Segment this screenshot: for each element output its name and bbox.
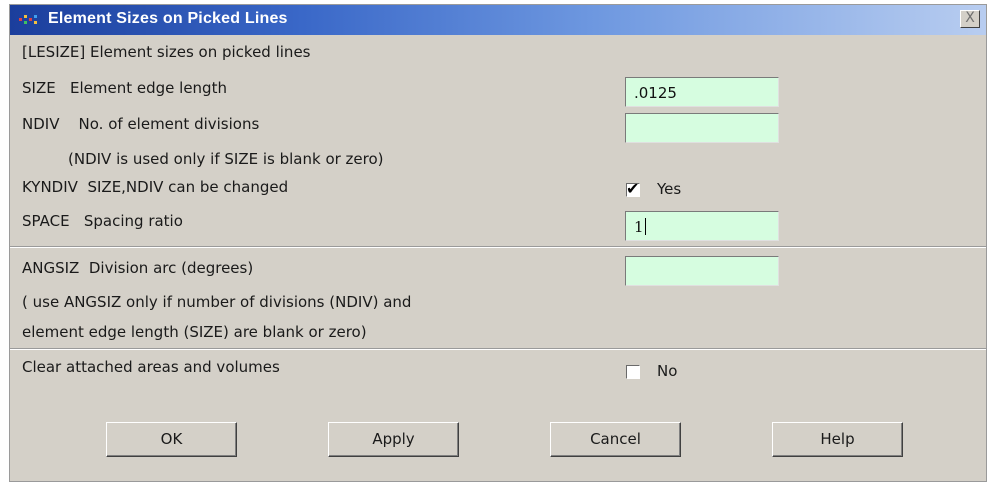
ndiv-desc: No. of element divisions [78,115,260,133]
angsiz-note-2: element edge length (SIZE) are blank or … [22,323,367,341]
header-text: [LESIZE] Element sizes on picked lines [22,43,311,61]
space-value: 1 [634,218,644,236]
space-key: SPACE [22,212,70,230]
ok-button[interactable]: OK [106,422,237,457]
size-label: SIZE Element edge length [22,79,227,97]
close-icon: X [965,10,975,26]
angsiz-key: ANGSIZ [22,259,80,277]
title-bar[interactable]: Element Sizes on Picked Lines X [10,5,986,35]
space-desc: Spacing ratio [83,212,183,230]
window-title: Element Sizes on Picked Lines [48,10,288,27]
kyndiv-desc: SIZE,NDIV can be changed [87,178,289,196]
text-caret [644,218,646,235]
angsiz-label: ANGSIZ Division arc (degrees) [22,259,253,277]
kyndiv-key: KYNDIV [22,178,78,196]
clear-label: Clear attached areas and volumes [22,358,280,376]
ndiv-note: (NDIV is used only if SIZE is blank or z… [68,150,384,168]
separator-2 [10,348,986,350]
ndiv-input[interactable] [625,113,779,143]
kyndiv-label: KYNDIV SIZE,NDIV can be changed [22,178,288,196]
size-input[interactable]: .0125 [625,77,779,107]
ndiv-key: NDIV [22,115,60,133]
space-input[interactable]: 1 [625,211,779,241]
angsiz-note-1: ( use ANGSIZ only if number of divisions… [22,293,412,311]
size-key: SIZE [22,79,56,97]
checkmark-icon: ✔ [626,179,640,198]
angsiz-desc: Division arc (degrees) [88,259,254,277]
clear-checkbox[interactable] [626,365,640,379]
close-button[interactable]: X [960,10,980,28]
angsiz-input[interactable] [625,256,779,286]
space-label: SPACE Spacing ratio [22,212,183,230]
kyndiv-checkbox[interactable]: ✔ [626,179,640,198]
app-icon [18,13,42,27]
ndiv-label: NDIV No. of element divisions [22,115,259,133]
clear-check-label: No [657,362,678,380]
size-desc: Element edge length [70,79,227,97]
dialog-window: Element Sizes on Picked Lines X [LESIZE]… [9,4,987,482]
kyndiv-check-label: Yes [657,180,682,198]
help-button[interactable]: Help [772,422,903,457]
apply-button[interactable]: Apply [328,422,459,457]
separator-1 [10,246,986,248]
cancel-button[interactable]: Cancel [550,422,681,457]
